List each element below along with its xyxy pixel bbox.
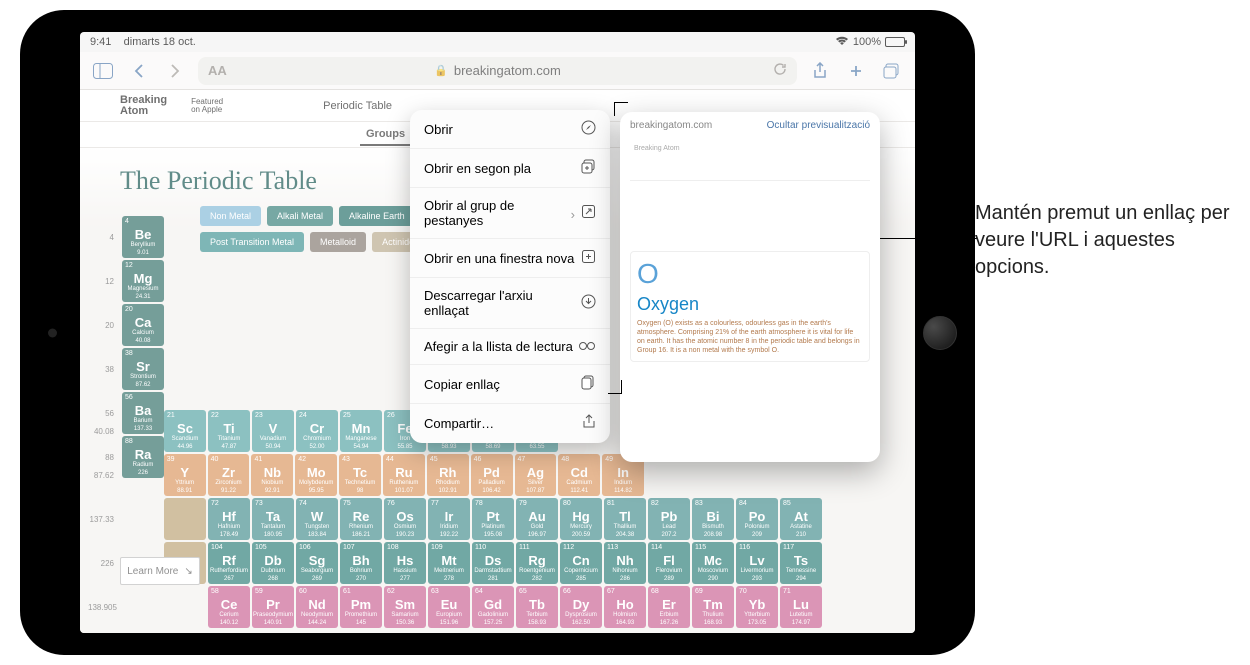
ctx-item-label: Descarregar l'arxiu enllaçat [424, 288, 581, 318]
preview-mini-header: Breaking Atom [630, 141, 870, 181]
ctx-item[interactable]: Obrir [410, 110, 610, 149]
front-camera [48, 328, 57, 337]
preview-element-name: Oxygen [637, 294, 863, 315]
ctx-item[interactable]: Obrir en una finestra nova [410, 239, 610, 278]
ctx-item[interactable]: Copiar enllaç [410, 365, 610, 404]
home-button[interactable] [923, 316, 957, 350]
ctx-item-label: Afegir a la llista de lectura [424, 339, 573, 354]
preview-element-card: O Oxygen Oxygen (O) exists as a colourle… [630, 251, 870, 362]
ctx-item-label: Obrir al grup de pestanyes [424, 198, 571, 228]
share-icon [582, 414, 596, 433]
ctx-item-label: Obrir en una finestra nova [424, 251, 574, 266]
ctx-item[interactable]: Compartir… [410, 404, 610, 443]
open-group-icon: › [571, 204, 596, 222]
ctx-item-label: Obrir en segon pla [424, 161, 531, 176]
ctx-item[interactable]: Afegir a la llista de lectura [410, 329, 610, 365]
compass-icon [581, 120, 596, 138]
bracket-bottom-right [608, 380, 622, 394]
preview-url: breakingatom.com [630, 120, 712, 131]
ctx-item-label: Compartir… [424, 416, 494, 431]
preview-body: Breaking Atom O Oxygen Oxygen (O) exists… [620, 137, 880, 462]
ctx-item[interactable]: Descarregar l'arxiu enllaçat [410, 278, 610, 329]
ipad-device-frame: 9:41 dimarts 18 oct. 100% [20, 10, 975, 655]
screen: 9:41 dimarts 18 oct. 100% [80, 32, 915, 633]
download-icon [581, 294, 596, 312]
new-window-icon [581, 249, 596, 267]
copy-icon [581, 375, 596, 393]
ctx-item[interactable]: Obrir en segon pla [410, 149, 610, 188]
link-context-menu: Obrir Obrir en segon pla Obrir al grup de … [410, 110, 610, 443]
glasses-icon [578, 339, 596, 354]
ctx-item-label: Obrir [424, 122, 453, 137]
ctx-item-label: Copiar enllaç [424, 377, 500, 392]
preview-element-desc: Oxygen (O) exists as a colourless, odour… [637, 319, 863, 355]
preview-element-symbol: O [637, 258, 863, 290]
ctx-item[interactable]: Obrir al grup de pestanyes› [410, 188, 610, 239]
bracket-top-left [614, 102, 628, 116]
preview-header: breakingatom.com Ocultar previsualitzaci… [620, 112, 880, 137]
link-preview-popover[interactable]: breakingatom.com Ocultar previsualitzaci… [620, 112, 880, 462]
callout-text: Mantén premut un enllaç per veure l'URL … [975, 200, 1235, 281]
stack-plus-icon [581, 159, 596, 177]
hide-preview-button[interactable]: Ocultar previsualització [767, 120, 870, 131]
